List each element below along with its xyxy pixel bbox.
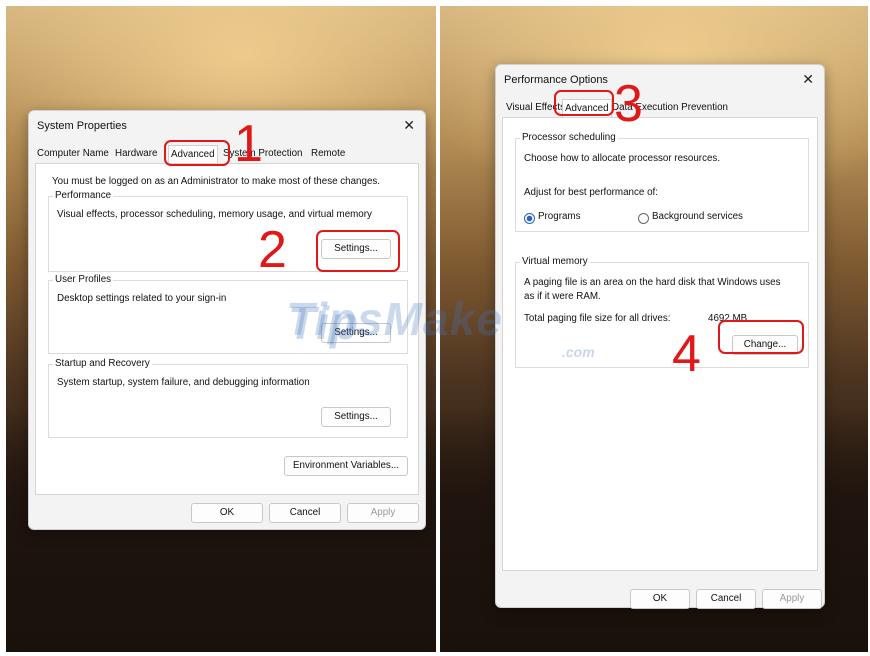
apply-button[interactable]: Apply — [347, 503, 419, 523]
step-number-3: 3 — [614, 75, 643, 133]
processor-desc: Choose how to allocate processor resourc… — [524, 153, 721, 164]
virtual-memory-label: Virtual memory — [520, 256, 590, 267]
startup-settings-button[interactable]: Settings... — [321, 407, 391, 427]
apply-button[interactable]: Apply — [762, 589, 822, 609]
tab-strip: Visual Effects Advanced Data Execution P… — [502, 99, 818, 117]
background-services-radio[interactable] — [638, 213, 649, 224]
environment-variables-button[interactable]: Environment Variables... — [284, 456, 408, 476]
startup-recovery-label: Startup and Recovery — [53, 358, 152, 369]
total-paging-label: Total paging file size for all drives: — [524, 313, 671, 324]
user-profiles-desc: Desktop settings related to your sign-in — [57, 293, 227, 304]
title-bar: Performance Options ✕ — [496, 65, 824, 93]
dialog-title: System Properties — [37, 120, 127, 132]
title-bar: System Properties ✕ — [29, 111, 425, 139]
programs-radio[interactable] — [524, 213, 535, 224]
tab-remote[interactable]: Remote — [309, 145, 347, 162]
vm-desc-line1: A paging file is an area on the hard dis… — [524, 277, 781, 288]
highlight-advanced-tab — [554, 90, 614, 116]
close-icon[interactable]: ✕ — [403, 117, 415, 134]
watermark-brand: TipsMake — [286, 293, 503, 345]
step-number-4: 4 — [672, 325, 701, 383]
startup-recovery-desc: System startup, system failure, and debu… — [57, 377, 310, 388]
admin-notice: You must be logged on as an Administrato… — [52, 176, 381, 187]
processor-scheduling-group: Processor scheduling Choose how to alloc… — [515, 132, 809, 232]
highlight-change-button — [718, 320, 804, 354]
close-icon[interactable]: ✕ — [802, 71, 814, 88]
adjust-label: Adjust for best performance of: — [524, 187, 658, 198]
dialog-title: Performance Options — [504, 74, 608, 86]
ok-button[interactable]: OK — [630, 589, 690, 609]
highlight-performance-settings — [316, 230, 400, 272]
performance-desc: Visual effects, processor scheduling, me… — [57, 209, 372, 220]
vm-desc-line2: as if it were RAM. — [524, 291, 601, 302]
step-number-2: 2 — [258, 221, 287, 279]
user-profiles-label: User Profiles — [53, 274, 114, 285]
tab-computer-name[interactable]: Computer Name — [35, 145, 111, 162]
tab-hardware[interactable]: Hardware — [113, 145, 159, 162]
processor-scheduling-label: Processor scheduling — [520, 132, 618, 143]
startup-recovery-group: Startup and Recovery System startup, sys… — [48, 358, 408, 438]
programs-label[interactable]: Programs — [538, 211, 580, 222]
highlight-advanced-tab — [164, 140, 230, 166]
cancel-button[interactable]: Cancel — [269, 503, 341, 523]
background-services-label[interactable]: Background services — [652, 211, 743, 222]
watermark-suffix: .com — [562, 344, 595, 360]
ok-button[interactable]: OK — [191, 503, 263, 523]
performance-label: Performance — [53, 190, 114, 201]
step-number-1: 1 — [234, 115, 263, 173]
right-screenshot-panel: Performance Options ✕ Visual Effects Adv… — [440, 6, 868, 652]
cancel-button[interactable]: Cancel — [696, 589, 756, 609]
